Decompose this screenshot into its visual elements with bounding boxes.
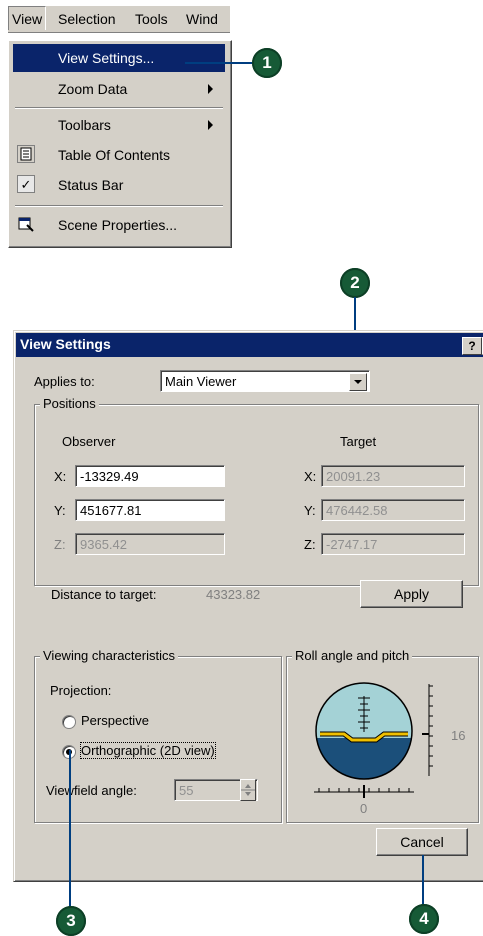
menu-item-table-of-contents[interactable]: Table Of Contents: [13, 141, 225, 169]
menu-view[interactable]: View: [8, 6, 47, 30]
perspective-radio[interactable]: [62, 715, 76, 729]
perspective-label[interactable]: Perspective: [81, 713, 149, 728]
applies-to-value: Main Viewer: [165, 374, 237, 389]
projection-label: Projection:: [50, 683, 112, 698]
dialog-title: View Settings: [20, 336, 111, 352]
observer-header: Observer: [62, 434, 116, 449]
apply-button[interactable]: Apply: [360, 580, 463, 608]
menu-item-label: Zoom Data: [58, 81, 128, 97]
applies-to-label: Applies to:: [34, 374, 95, 389]
check-icon: ✓: [17, 175, 35, 193]
menu-tools[interactable]: Tools: [135, 11, 168, 27]
submenu-arrow-icon: [208, 84, 213, 94]
cancel-button[interactable]: Cancel: [376, 828, 468, 856]
roll-value: 0: [360, 801, 368, 816]
menu-bar: View Selection Tools Wind: [8, 6, 230, 33]
observer-x-input[interactable]: -13329.49: [75, 465, 225, 487]
viewfield-angle-label: Viewfield angle:: [46, 783, 137, 798]
menu-item-label: Scene Properties...: [58, 217, 178, 233]
view-settings-dialog: View Settings ? X Applies to: Main Viewe…: [13, 330, 483, 882]
menu-item-scene-properties[interactable]: Scene Properties...: [13, 211, 225, 239]
scene-properties-icon: [17, 215, 35, 233]
menu-item-label: Status Bar: [58, 177, 124, 193]
target-y-value: 476442.58: [321, 499, 465, 521]
menu-separator: [15, 205, 223, 207]
menu-window[interactable]: Wind: [186, 11, 218, 27]
callout-leader-line: [69, 750, 71, 915]
positions-group: [34, 404, 479, 586]
positions-legend: Positions: [40, 396, 99, 411]
menu-item-label: View Settings...: [58, 50, 155, 66]
callout-2: 2: [340, 268, 370, 298]
menu-item-zoom-data[interactable]: Zoom Data: [13, 75, 225, 103]
callout-4: 4: [409, 904, 439, 934]
target-header: Target: [340, 434, 377, 449]
observer-z-value: 9365.42: [75, 533, 225, 555]
pitch-value: 16: [451, 728, 466, 743]
orthographic-label[interactable]: Orthographic (2D view): [80, 742, 216, 759]
target-x-label: X:: [304, 469, 317, 484]
menu-item-label: Table Of Contents: [58, 147, 171, 163]
viewfield-angle-value: 55: [179, 783, 194, 798]
title-bar: View Settings ? X: [16, 333, 483, 357]
callout-1: 1: [252, 48, 282, 78]
attitude-indicator[interactable]: [314, 676, 444, 806]
menu-selection[interactable]: Selection: [58, 11, 116, 27]
distance-value: 43323.82: [206, 587, 261, 602]
viewfield-spinner[interactable]: [240, 779, 256, 801]
callout-leader-line: [185, 62, 253, 64]
applies-to-select[interactable]: Main Viewer: [160, 370, 370, 392]
menu-item-label: Toolbars: [58, 117, 111, 133]
menu-separator: [15, 107, 223, 109]
menu-item-view-settings[interactable]: View Settings...: [13, 44, 225, 72]
callout-3: 3: [56, 906, 86, 936]
target-x-value: 20091.23: [321, 465, 465, 487]
callout-leader-line: [422, 855, 424, 910]
observer-y-input[interactable]: 451677.81: [75, 499, 225, 521]
observer-x-label: X:: [54, 469, 67, 484]
observer-y-label: Y:: [54, 503, 66, 518]
roll-pitch-legend: Roll angle and pitch: [292, 648, 413, 663]
distance-label: Distance to target:: [51, 587, 157, 602]
target-y-label: Y:: [304, 503, 316, 518]
target-z-value: -2747.17: [321, 533, 465, 555]
menu-item-toolbars[interactable]: Toolbars: [13, 111, 225, 139]
menu-item-status-bar[interactable]: ✓ Status Bar: [13, 171, 225, 199]
submenu-arrow-icon: [208, 120, 213, 130]
help-button[interactable]: ?: [462, 337, 482, 355]
chevron-down-icon[interactable]: [349, 373, 367, 391]
table-of-contents-icon: [17, 145, 35, 163]
viewing-characteristics-legend: Viewing characteristics: [40, 648, 178, 663]
view-menu-dropdown: View Settings... Zoom Data Toolbars Tabl…: [8, 40, 232, 248]
target-z-label: Z:: [304, 537, 316, 552]
observer-z-label: Z:: [54, 537, 66, 552]
